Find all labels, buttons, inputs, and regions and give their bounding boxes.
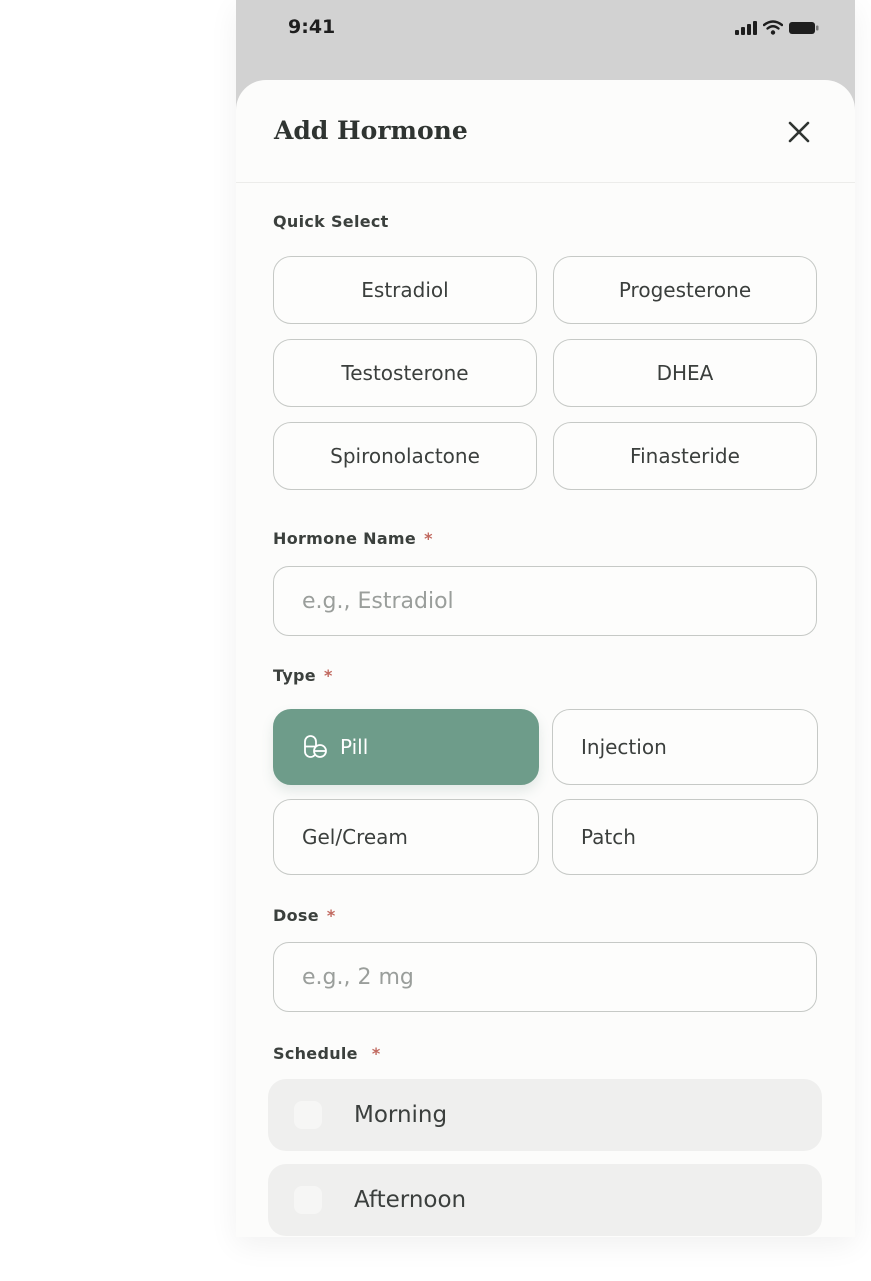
schedule-label: Schedule * xyxy=(273,1044,381,1063)
required-mark: * xyxy=(326,906,336,925)
status-time: 9:41 xyxy=(288,16,336,38)
hormone-name-input[interactable] xyxy=(300,587,794,615)
sheet-header: Add Hormone xyxy=(236,80,855,183)
signal-icon xyxy=(735,21,757,35)
schedule-option-afternoon-label: Afternoon xyxy=(354,1187,467,1213)
required-mark: * xyxy=(323,666,333,685)
quick-select-estradiol[interactable]: Estradiol xyxy=(273,256,537,324)
type-label: Type * xyxy=(273,666,333,685)
type-option-pill[interactable]: Pill xyxy=(273,709,539,785)
morning-checkbox[interactable] xyxy=(294,1101,322,1129)
required-mark: * xyxy=(371,1044,381,1063)
status-bar: 9:41 xyxy=(236,0,855,80)
type-option-injection-label: Injection xyxy=(581,735,667,759)
quick-select-finasteride[interactable]: Finasteride xyxy=(553,422,817,490)
type-label-text: Type xyxy=(273,666,316,685)
wifi-icon xyxy=(763,20,783,35)
add-hormone-sheet: Add Hormone Quick Select Estradiol Proge… xyxy=(236,80,855,1237)
schedule-option-afternoon[interactable]: Afternoon xyxy=(268,1164,822,1236)
dose-field[interactable] xyxy=(273,942,817,1012)
type-option-injection[interactable]: Injection xyxy=(552,709,818,785)
hormone-name-label-text: Hormone Name xyxy=(273,529,417,548)
hormone-name-label: Hormone Name * xyxy=(273,529,433,548)
battery-icon xyxy=(789,22,819,34)
afternoon-checkbox[interactable] xyxy=(294,1186,322,1214)
type-option-patch[interactable]: Patch xyxy=(552,799,818,875)
schedule-option-morning-label: Morning xyxy=(354,1102,448,1128)
type-option-pill-label: Pill xyxy=(340,735,369,759)
quick-select-dhea[interactable]: DHEA xyxy=(553,339,817,407)
dose-label-text: Dose xyxy=(273,906,319,925)
schedule-label-text: Schedule xyxy=(273,1044,358,1063)
phone-frame: 9:41 Add Hormone Quick Select Estradiol … xyxy=(236,0,855,1237)
quick-select-testosterone[interactable]: Testosterone xyxy=(273,339,537,407)
close-icon[interactable] xyxy=(785,118,813,146)
schedule-option-morning[interactable]: Morning xyxy=(268,1079,822,1151)
type-option-gel-cream[interactable]: Gel/Cream xyxy=(273,799,539,875)
quick-select-progesterone[interactable]: Progesterone xyxy=(553,256,817,324)
quick-select-label: Quick Select xyxy=(273,212,389,231)
hormone-name-field[interactable] xyxy=(273,566,817,636)
quick-select-spironolactone[interactable]: Spironolactone xyxy=(273,422,537,490)
type-option-gel-cream-label: Gel/Cream xyxy=(302,825,408,849)
dose-label: Dose * xyxy=(273,906,336,925)
pill-icon xyxy=(304,735,327,758)
sheet-title: Add Hormone xyxy=(274,116,468,145)
dose-input[interactable] xyxy=(300,963,794,991)
type-option-patch-label: Patch xyxy=(581,825,636,849)
status-icons xyxy=(735,20,819,35)
required-mark: * xyxy=(424,529,433,548)
